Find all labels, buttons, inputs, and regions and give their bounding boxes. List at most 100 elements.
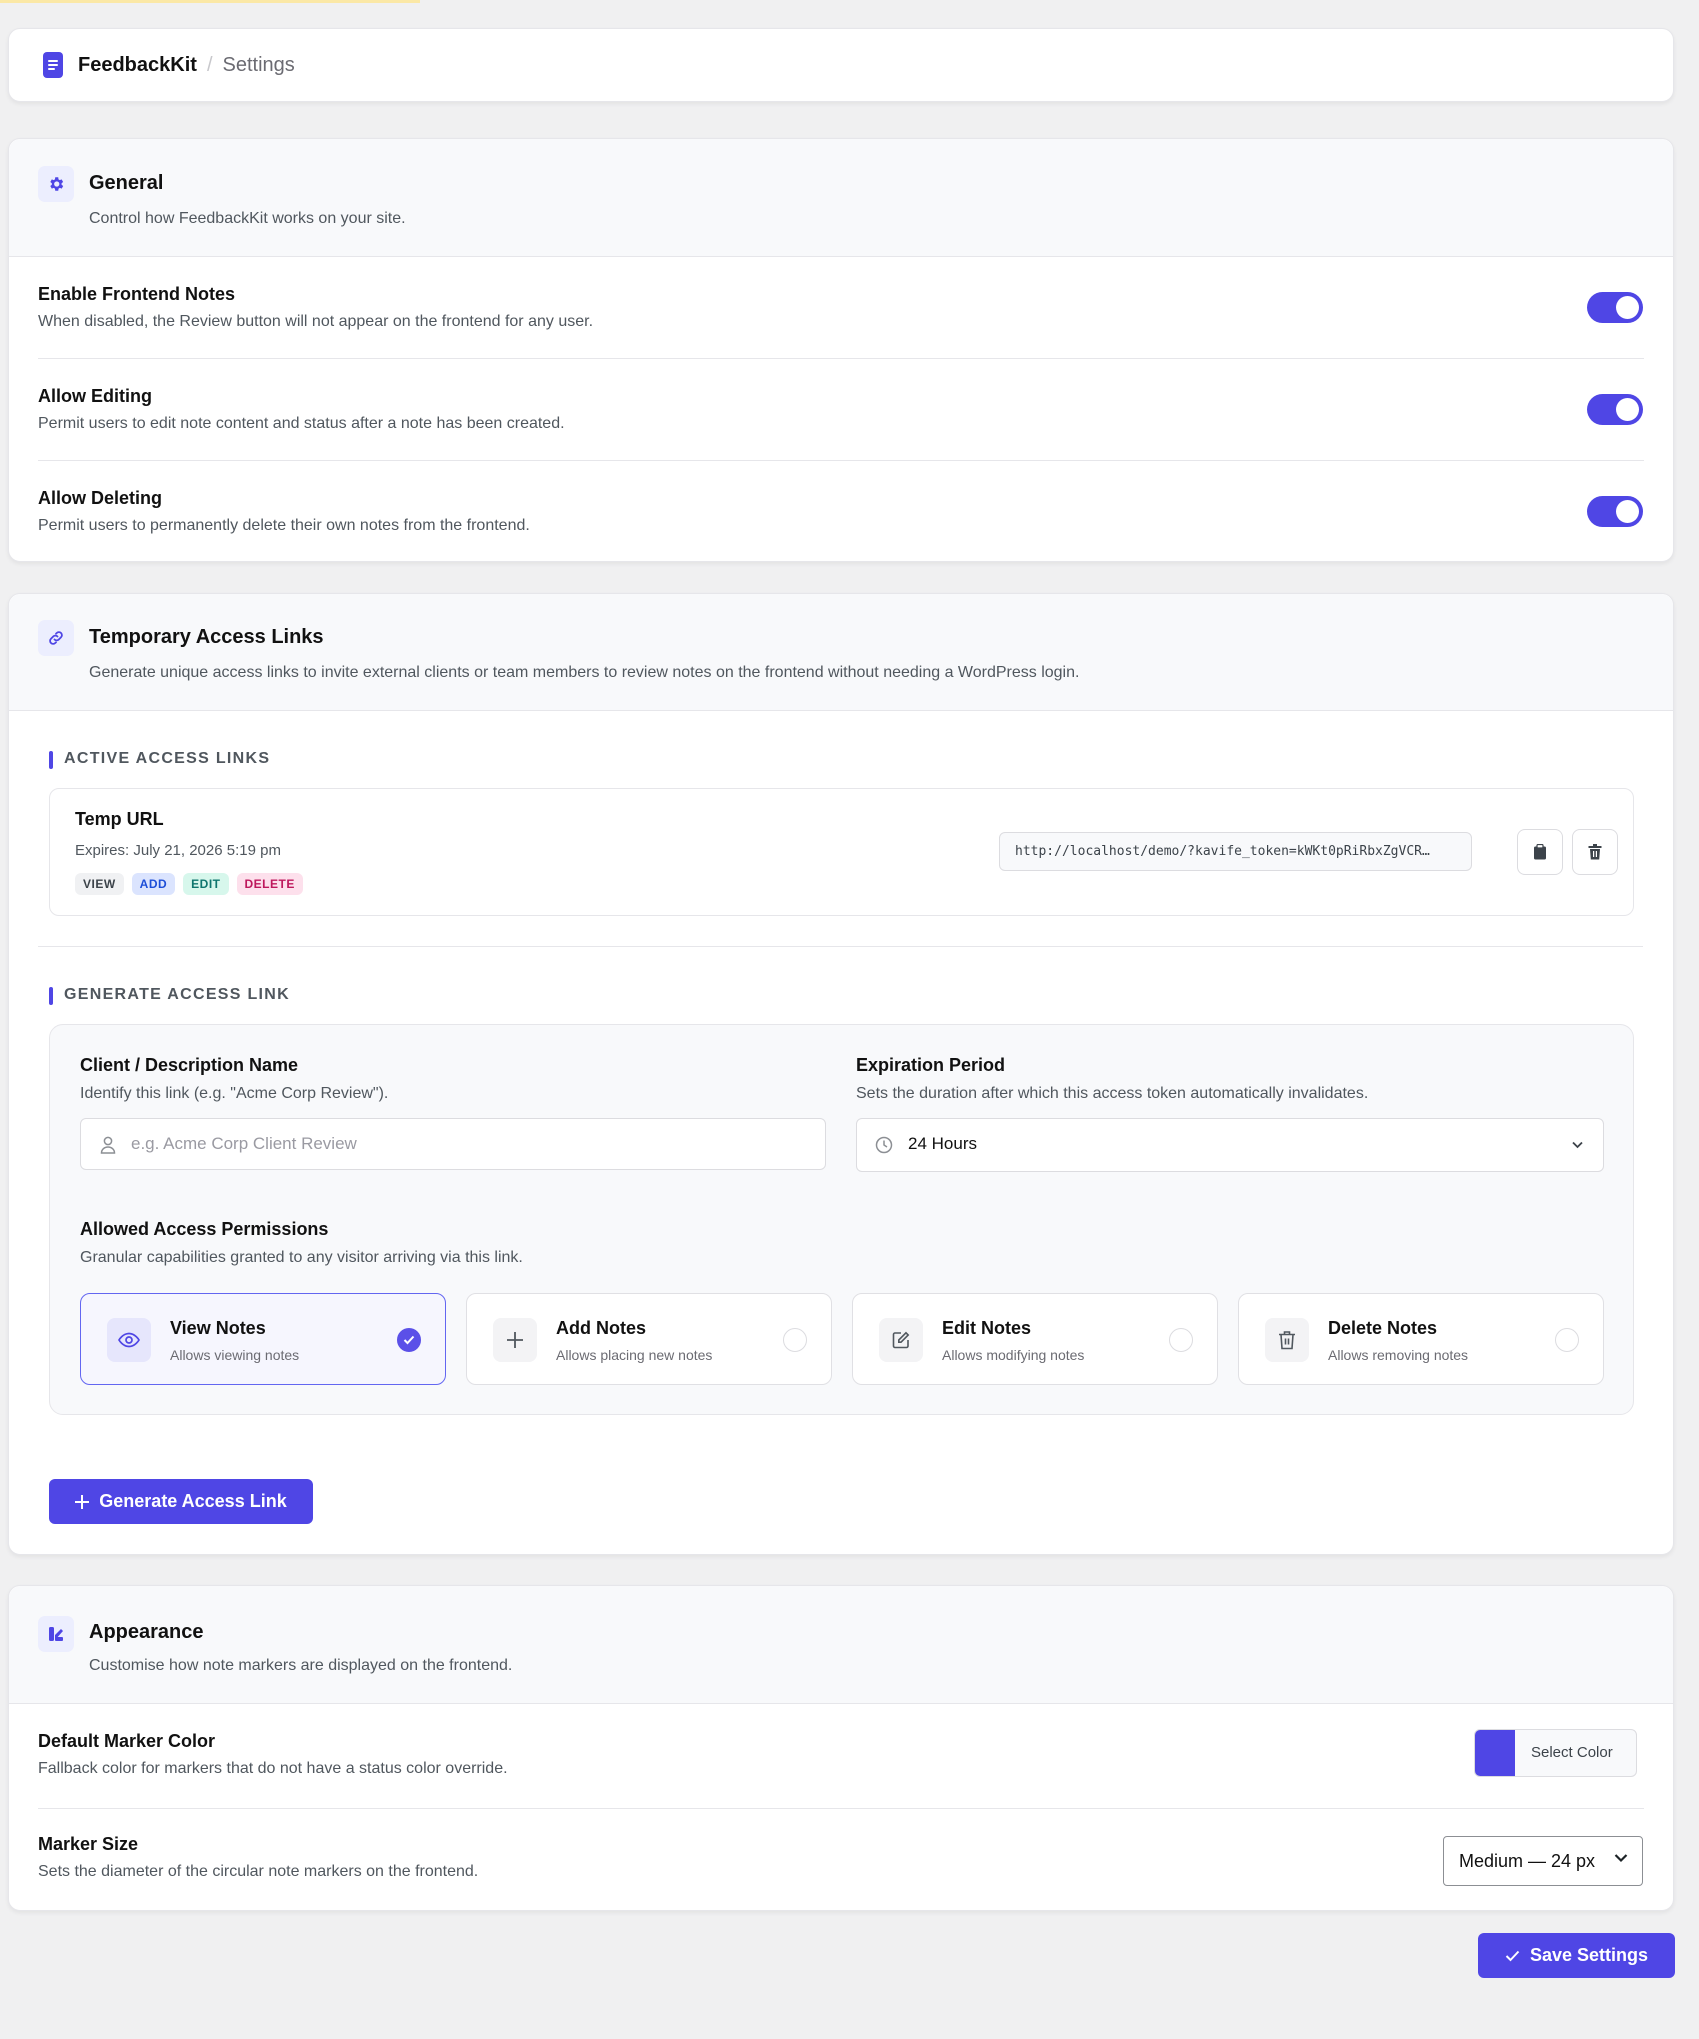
setting-description: When disabled, the Review button will no… <box>38 313 594 330</box>
access-links-description: Generate unique access links to invite e… <box>89 664 1080 681</box>
allow-editing-toggle[interactable] <box>1587 394 1643 425</box>
access-url-field[interactable]: http://localhost/demo/?kavife_token=kWKt… <box>999 832 1472 871</box>
permission-title: View Notes <box>170 1318 266 1338</box>
setting-row-marker-size: Marker Size Sets the diameter of the cir… <box>38 1809 1644 1909</box>
permissions-help: Granular capabilities granted to any vis… <box>80 1249 523 1266</box>
permission-subtitle: Allows modifying notes <box>942 1347 1085 1363</box>
client-name-help: Identify this link (e.g. "Acme Corp Revi… <box>80 1085 389 1102</box>
expiration-select[interactable]: 24 Hours <box>856 1118 1604 1172</box>
generate-link-form: Client / Description Name Identify this … <box>49 1024 1634 1415</box>
access-links-header: Temporary Access Links Generate unique a… <box>9 594 1673 711</box>
permission-title: Delete Notes <box>1328 1318 1438 1338</box>
generate-link-heading: GENERATE ACCESS LINK <box>49 986 290 1005</box>
generate-access-link-button[interactable]: Generate Access Link <box>49 1479 313 1524</box>
permission-delete-notes[interactable]: Delete Notes Allows removing notes <box>1238 1293 1604 1385</box>
edit-icon <box>879 1318 923 1362</box>
permission-add-notes[interactable]: Add Notes Allows placing new notes <box>466 1293 832 1385</box>
clipboard-icon <box>1534 844 1546 860</box>
setting-title: Enable Frontend Notes <box>38 284 236 304</box>
general-title: General <box>89 172 164 194</box>
plus-icon <box>75 1494 90 1509</box>
marker-color-picker[interactable]: Select Color <box>1474 1729 1637 1777</box>
tag-view: VIEW <box>75 873 124 895</box>
setting-description: Permit users to edit note content and st… <box>38 415 565 432</box>
access-links-section: Temporary Access Links Generate unique a… <box>8 593 1674 1555</box>
setting-title: Allow Editing <box>38 386 152 406</box>
permission-tags: VIEW ADD EDIT DELETE <box>75 873 303 895</box>
page-header: FeedbackKit / Settings <box>8 28 1674 102</box>
user-icon <box>100 1136 116 1154</box>
trash-icon <box>1265 1318 1309 1362</box>
access-links-title: Temporary Access Links <box>89 626 324 648</box>
radio-indicator <box>1555 1328 1579 1352</box>
permission-edit-notes[interactable]: Edit Notes Allows modifying notes <box>852 1293 1218 1385</box>
client-name-field[interactable] <box>80 1118 826 1170</box>
appearance-description: Customise how note markers are displayed… <box>89 1657 513 1674</box>
copy-link-button[interactable] <box>1517 829 1563 875</box>
appearance-title: Appearance <box>89 1621 204 1643</box>
setting-row-marker-color: Default Marker Color Fallback color for … <box>38 1704 1644 1809</box>
link-expiry: Expires: July 21, 2026 5:19 pm <box>75 842 281 859</box>
gear-icon <box>38 166 74 202</box>
chevron-down-icon <box>1614 1854 1628 1863</box>
access-link-card: Temp URL Expires: July 21, 2026 5:19 pm … <box>49 788 1634 916</box>
link-icon <box>38 620 74 656</box>
appearance-section: Appearance Customise how note markers ar… <box>8 1585 1674 1911</box>
tag-edit: EDIT <box>183 873 229 895</box>
save-button-label: Save Settings <box>1529 1945 1649 1965</box>
radio-indicator <box>783 1328 807 1352</box>
expiration-help: Sets the duration after which this acces… <box>856 1085 1369 1102</box>
chevron-down-icon <box>1572 1141 1583 1149</box>
top-accent-bar <box>0 0 420 3</box>
setting-description: Sets the diameter of the circular note m… <box>38 1863 479 1880</box>
brand-name: FeedbackKit <box>78 53 197 76</box>
palette-icon <box>38 1616 74 1652</box>
client-name-input[interactable] <box>131 1119 781 1169</box>
appearance-header: Appearance Customise how note markers ar… <box>9 1586 1673 1704</box>
tag-delete: DELETE <box>236 873 303 895</box>
generate-button-label: Generate Access Link <box>99 1491 287 1511</box>
permission-view-notes[interactable]: View Notes Allows viewing notes <box>80 1293 446 1385</box>
delete-link-button[interactable] <box>1572 829 1618 875</box>
save-settings-button[interactable]: Save Settings <box>1478 1933 1675 1978</box>
link-name: Temp URL <box>75 809 164 829</box>
general-section: General Control how FeedbackKit works on… <box>8 138 1674 562</box>
permission-subtitle: Allows removing notes <box>1328 1347 1469 1363</box>
expiration-value: 24 Hours <box>908 1134 977 1153</box>
setting-description: Fallback color for markers that do not h… <box>38 1760 508 1777</box>
active-links-heading: ACTIVE ACCESS LINKS <box>49 750 270 769</box>
setting-title: Marker Size <box>38 1834 139 1854</box>
color-swatch <box>1475 1730 1515 1776</box>
enable-frontend-notes-toggle[interactable] <box>1587 292 1643 323</box>
section-divider <box>38 946 1643 947</box>
setting-row-frontend-notes: Enable Frontend Notes When disabled, the… <box>38 257 1644 359</box>
client-name-label: Client / Description Name <box>80 1055 299 1075</box>
breadcrumb-settings: Settings <box>222 53 295 76</box>
marker-size-value: Medium — 24 px <box>1459 1851 1596 1871</box>
document-icon <box>43 52 63 78</box>
expiration-label: Expiration Period <box>856 1055 1006 1075</box>
permission-title: Add Notes <box>556 1318 646 1338</box>
permission-title: Edit Notes <box>942 1318 1032 1338</box>
eye-icon <box>107 1318 151 1362</box>
setting-description: Permit users to permanently delete their… <box>38 517 530 534</box>
setting-title: Default Marker Color <box>38 1731 216 1751</box>
marker-size-select[interactable]: Medium — 24 px <box>1443 1836 1643 1886</box>
setting-title: Allow Deleting <box>38 488 163 508</box>
trash-icon <box>1588 844 1602 860</box>
permission-subtitle: Allows viewing notes <box>170 1347 300 1363</box>
settings-page: FeedbackKit / Settings General Control h… <box>8 28 1675 1978</box>
allow-deleting-toggle[interactable] <box>1587 496 1643 527</box>
setting-row-allow-deleting: Allow Deleting Permit users to permanent… <box>38 461 1644 563</box>
permissions-label: Allowed Access Permissions <box>80 1219 329 1239</box>
plus-icon <box>493 1318 537 1362</box>
permission-subtitle: Allows placing new notes <box>556 1347 713 1363</box>
check-icon <box>397 1328 421 1352</box>
general-description: Control how FeedbackKit works on your si… <box>89 210 406 227</box>
general-header: General Control how FeedbackKit works on… <box>9 139 1673 257</box>
clock-icon <box>875 1136 893 1154</box>
breadcrumb-separator: / <box>206 53 213 76</box>
radio-indicator <box>1169 1328 1193 1352</box>
check-icon <box>1505 1950 1520 1961</box>
select-color-label: Select Color <box>1531 1744 1613 1761</box>
